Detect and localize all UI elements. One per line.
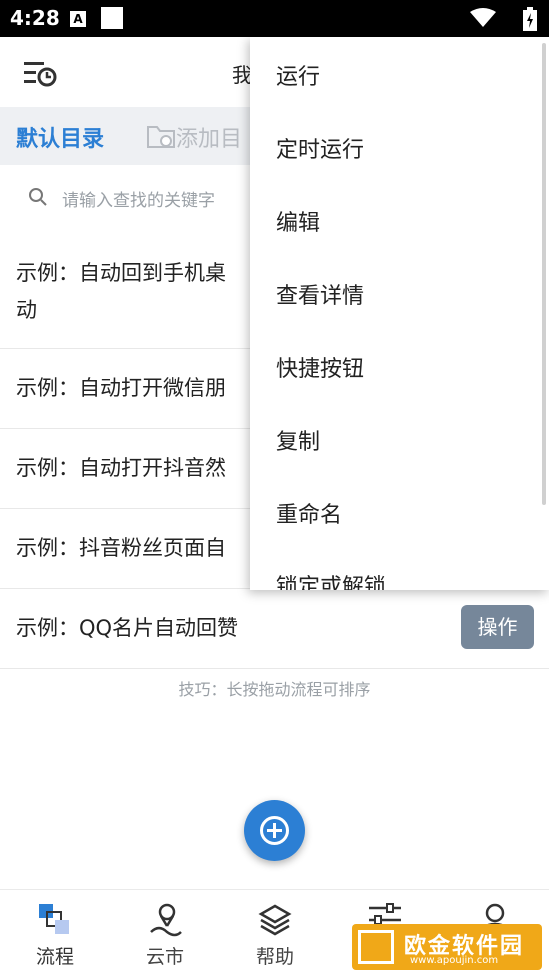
list-item-title: 示例：自动打开抖音然 <box>16 456 226 480</box>
menu-item-edit[interactable]: 编辑 <box>276 205 320 237</box>
wifi-icon <box>470 8 496 27</box>
sort-tip: 技巧：长按拖动流程可排序 <box>178 680 371 699</box>
notification-square-icon <box>101 7 123 29</box>
nav-flow-label: 流程 <box>35 946 74 968</box>
menu-item-rename[interactable]: 重命名 <box>276 497 342 529</box>
list-item-title: 示例：自动打开微信朋 <box>16 376 226 400</box>
folder-tab-default[interactable]: 默认目录 <box>16 121 104 153</box>
menu-item-run[interactable]: 运行 <box>276 59 320 91</box>
nav-help[interactable]: 帮助 <box>220 890 330 977</box>
menu-item-scheduled-run[interactable]: 定时运行 <box>276 132 364 164</box>
watermark-logo: 欧金软件园 www.apoujin.com <box>352 924 542 970</box>
search-icon <box>29 188 47 206</box>
status-bar: 4:28 A <box>0 0 549 37</box>
layers-icon <box>258 904 292 936</box>
menu-scrollbar[interactable] <box>542 43 546 505</box>
list-item-title-cont: 动 <box>16 298 37 322</box>
page-title: 我 <box>232 63 252 87</box>
location-icon <box>150 903 182 937</box>
list-item[interactable]: 示例：QQ名片自动回赞 操作 <box>0 589 549 669</box>
plus-icon <box>260 816 289 845</box>
search-placeholder: 请输入查找的关键字 <box>62 191 215 211</box>
add-flow-button[interactable] <box>244 800 305 861</box>
menu-item-shortcut[interactable]: 快捷按钮 <box>276 351 364 383</box>
operate-button[interactable]: 操作 <box>461 605 534 649</box>
nav-help-label: 帮助 <box>255 946 294 968</box>
search-input[interactable]: 请输入查找的关键字 <box>28 183 268 213</box>
nav-flow[interactable]: 流程 <box>0 890 110 977</box>
flow-icon <box>39 904 69 934</box>
add-folder-icon <box>147 126 175 148</box>
notification-a-icon: A <box>70 11 86 27</box>
list-item-title: 示例：自动回到手机桌 <box>16 261 226 285</box>
watermark-url: www.apoujin.com <box>410 955 499 966</box>
battery-icon <box>523 7 537 31</box>
nav-cloud-market[interactable]: 云市 <box>110 890 220 977</box>
nav-cloud-market-label: 云市 <box>145 946 184 968</box>
menu-item-copy[interactable]: 复制 <box>276 424 320 456</box>
list-item-title: 示例：QQ名片自动回赞 <box>16 616 239 640</box>
context-menu: 运行 定时运行 编辑 查看详情 快捷按钮 复制 重命名 锁定或解锁 <box>250 37 549 590</box>
menu-item-details[interactable]: 查看详情 <box>276 278 364 310</box>
status-time: 4:28 <box>10 6 60 30</box>
menu-item-lock[interactable]: 锁定或解锁 <box>276 569 386 590</box>
history-menu-icon[interactable] <box>22 57 58 89</box>
watermark-mark-icon <box>358 930 394 964</box>
list-item-title: 示例：抖音粉丝页面自 <box>16 536 226 560</box>
add-folder-button[interactable]: 添加目 <box>176 121 242 153</box>
